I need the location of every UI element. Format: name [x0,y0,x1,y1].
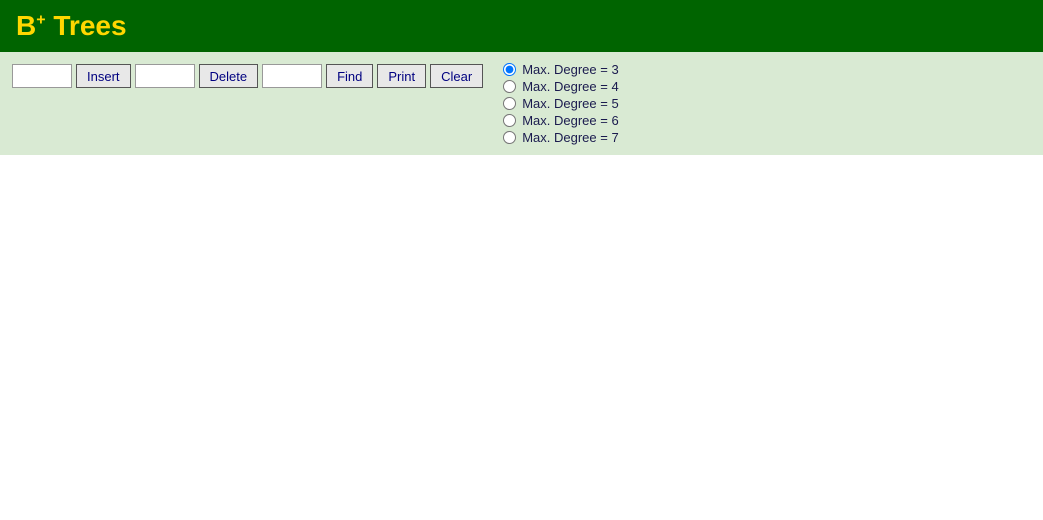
toolbar-controls: Insert Delete Find Print Clear [12,62,483,88]
find-button[interactable]: Find [326,64,373,88]
tree-canvas [0,155,1043,495]
clear-button[interactable]: Clear [430,64,483,88]
radio-degree-4[interactable] [503,80,516,93]
radio-item-6[interactable]: Max. Degree = 6 [503,113,618,128]
radio-item-4[interactable]: Max. Degree = 4 [503,79,618,94]
radio-item-5[interactable]: Max. Degree = 5 [503,96,618,111]
radio-label-6: Max. Degree = 6 [522,113,618,128]
radio-degree-7[interactable] [503,131,516,144]
delete-input[interactable] [135,64,195,88]
radio-degree-5[interactable] [503,97,516,110]
radio-item-7[interactable]: Max. Degree = 7 [503,130,618,145]
radio-label-3: Max. Degree = 3 [522,62,618,77]
find-input[interactable] [262,64,322,88]
radio-degree-3[interactable] [503,63,516,76]
app-header: B+ Trees [0,0,1043,52]
radio-label-7: Max. Degree = 7 [522,130,618,145]
delete-button[interactable]: Delete [199,64,259,88]
radio-label-4: Max. Degree = 4 [522,79,618,94]
insert-button[interactable]: Insert [76,64,131,88]
print-button[interactable]: Print [377,64,426,88]
insert-input[interactable] [12,64,72,88]
degree-radio-group: Max. Degree = 3 Max. Degree = 4 Max. Deg… [503,62,618,145]
radio-label-5: Max. Degree = 5 [522,96,618,111]
radio-degree-6[interactable] [503,114,516,127]
app-title: B+ Trees [16,10,127,42]
radio-item-3[interactable]: Max. Degree = 3 [503,62,618,77]
toolbar: Insert Delete Find Print Clear Max. Degr… [0,52,1043,155]
